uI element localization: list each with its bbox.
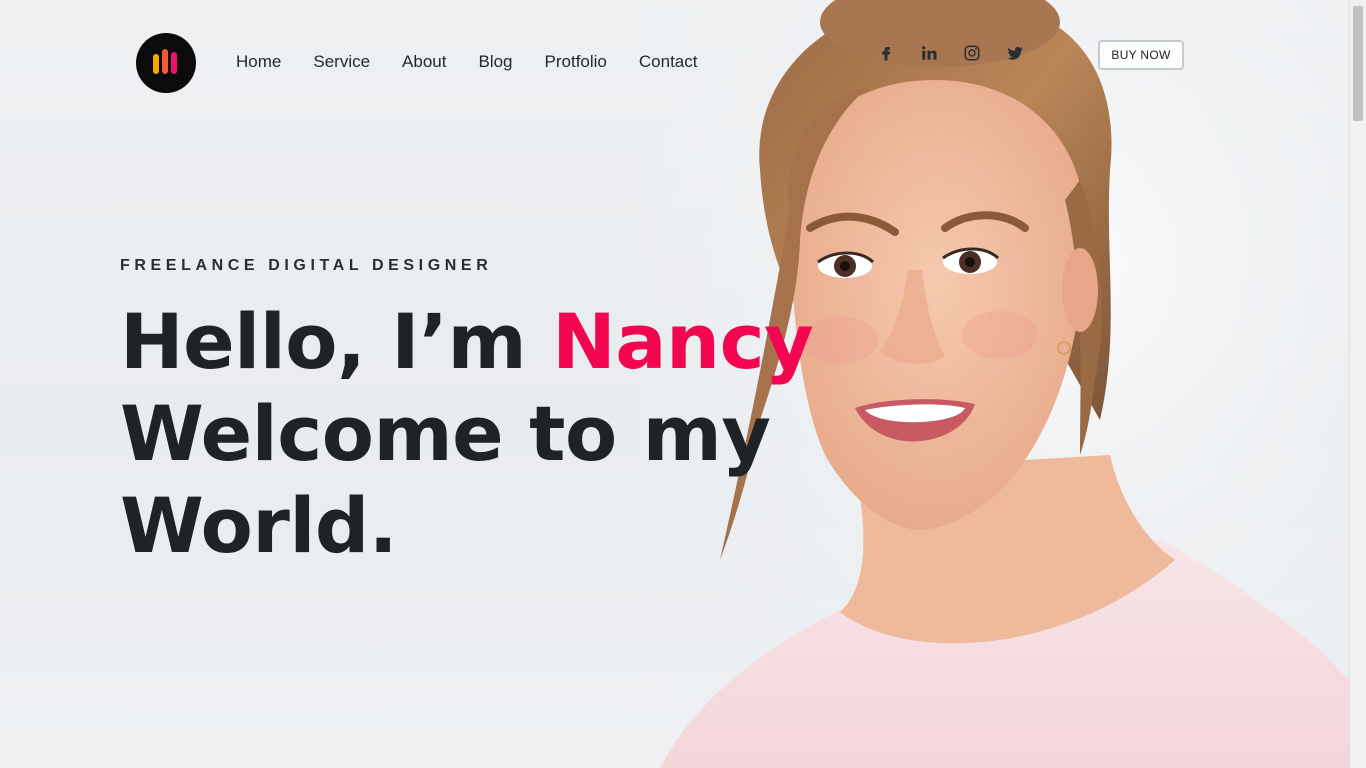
logo-bar-yellow — [153, 54, 159, 74]
logo-bar-pink — [171, 52, 177, 74]
nav-item-blog[interactable]: Blog — [478, 52, 512, 72]
nav-item-contact[interactable]: Contact — [639, 52, 698, 72]
nav-item-about[interactable]: About — [402, 52, 446, 72]
buy-now-button[interactable]: BUY NOW — [1098, 40, 1184, 70]
headline-name: Nancy — [552, 297, 814, 386]
headline-greeting: Hello, I’m — [120, 297, 553, 386]
twitter-icon[interactable] — [1005, 43, 1025, 63]
scrollbar-thumb[interactable] — [1353, 6, 1363, 121]
nav-item-service[interactable]: Service — [313, 52, 370, 72]
nav-item-home[interactable]: Home — [236, 52, 281, 72]
linkedin-icon[interactable] — [919, 43, 939, 63]
social-links — [876, 43, 1048, 63]
facebook-icon[interactable] — [876, 43, 896, 63]
page-scrollbar[interactable] — [1349, 0, 1366, 768]
headline-line-3: World. — [120, 481, 398, 570]
headline-line-1: Hello, I’m Nancy — [120, 296, 814, 388]
logo-bar-orange — [162, 49, 168, 74]
site-logo[interactable] — [136, 33, 196, 93]
page: Home Service About Blog Protfolio Contac… — [0, 0, 1349, 768]
nav-item-portfolio[interactable]: Protfolio — [545, 52, 607, 72]
main-nav: Home Service About Blog Protfolio Contac… — [236, 52, 729, 72]
headline-line-2: Welcome to my — [120, 389, 771, 478]
instagram-icon[interactable] — [962, 43, 982, 63]
hero-tagline: FREELANCE DIGITAL DESIGNER — [120, 257, 493, 274]
hero-headline: Hello, I’m Nancy Welcome to my World. — [120, 296, 814, 572]
